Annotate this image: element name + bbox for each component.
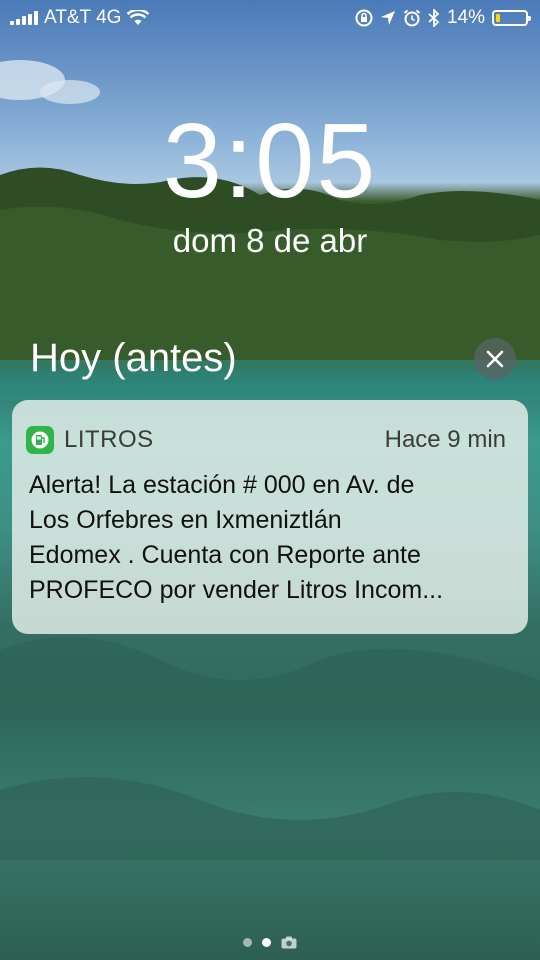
notification-section-title: Hoy (antes) xyxy=(30,336,237,380)
battery-icon xyxy=(492,10,531,26)
close-icon xyxy=(486,350,504,368)
rotation-lock-icon xyxy=(355,9,373,27)
litros-app-icon xyxy=(26,426,54,454)
page-dot-current xyxy=(262,938,271,947)
lock-screen-clock: 3:05 xyxy=(162,102,378,220)
bluetooth-icon xyxy=(428,9,440,27)
notification-app-name: LITROS xyxy=(64,426,154,453)
notification-card[interactable]: LITROS Hace 9 min Alerta! La estación # … xyxy=(12,400,528,634)
notification-body-line: Los Orfebres en Ixmeniztlán xyxy=(29,506,342,534)
battery-percent: 14% xyxy=(446,7,485,28)
notification-body-line: Edomex . Cuenta con Reporte ante xyxy=(29,541,421,569)
battery-level-fill xyxy=(496,14,500,22)
page-indicator[interactable] xyxy=(0,936,540,949)
status-bar-right: 14% xyxy=(355,7,531,29)
notification-body-line: PROFECO por vender Litros Incom... xyxy=(29,576,444,604)
signal-bars-icon xyxy=(10,11,38,25)
status-bar-left: AT&T 4G xyxy=(10,7,150,29)
wifi-icon xyxy=(127,10,150,25)
page-dot xyxy=(243,938,252,947)
notification-body: Alerta! La estación # 000 en Av. de Los … xyxy=(29,468,517,608)
carrier-label: AT&T 4G xyxy=(44,7,122,28)
notification-header: LITROS Hace 9 min xyxy=(26,426,506,454)
notification-time: Hace 9 min xyxy=(384,426,506,453)
fuel-pump-icon xyxy=(31,431,49,449)
status-bar: AT&T 4G 14% xyxy=(0,0,540,36)
lock-screen-date: dom 8 de abr xyxy=(172,222,368,259)
location-arrow-icon xyxy=(380,11,395,25)
notification-body-line: Alerta! La estación # 000 en Av. de xyxy=(29,471,415,499)
alarm-clock-icon xyxy=(403,9,421,27)
clear-notifications-button[interactable] xyxy=(474,338,516,380)
camera-icon xyxy=(281,936,297,949)
